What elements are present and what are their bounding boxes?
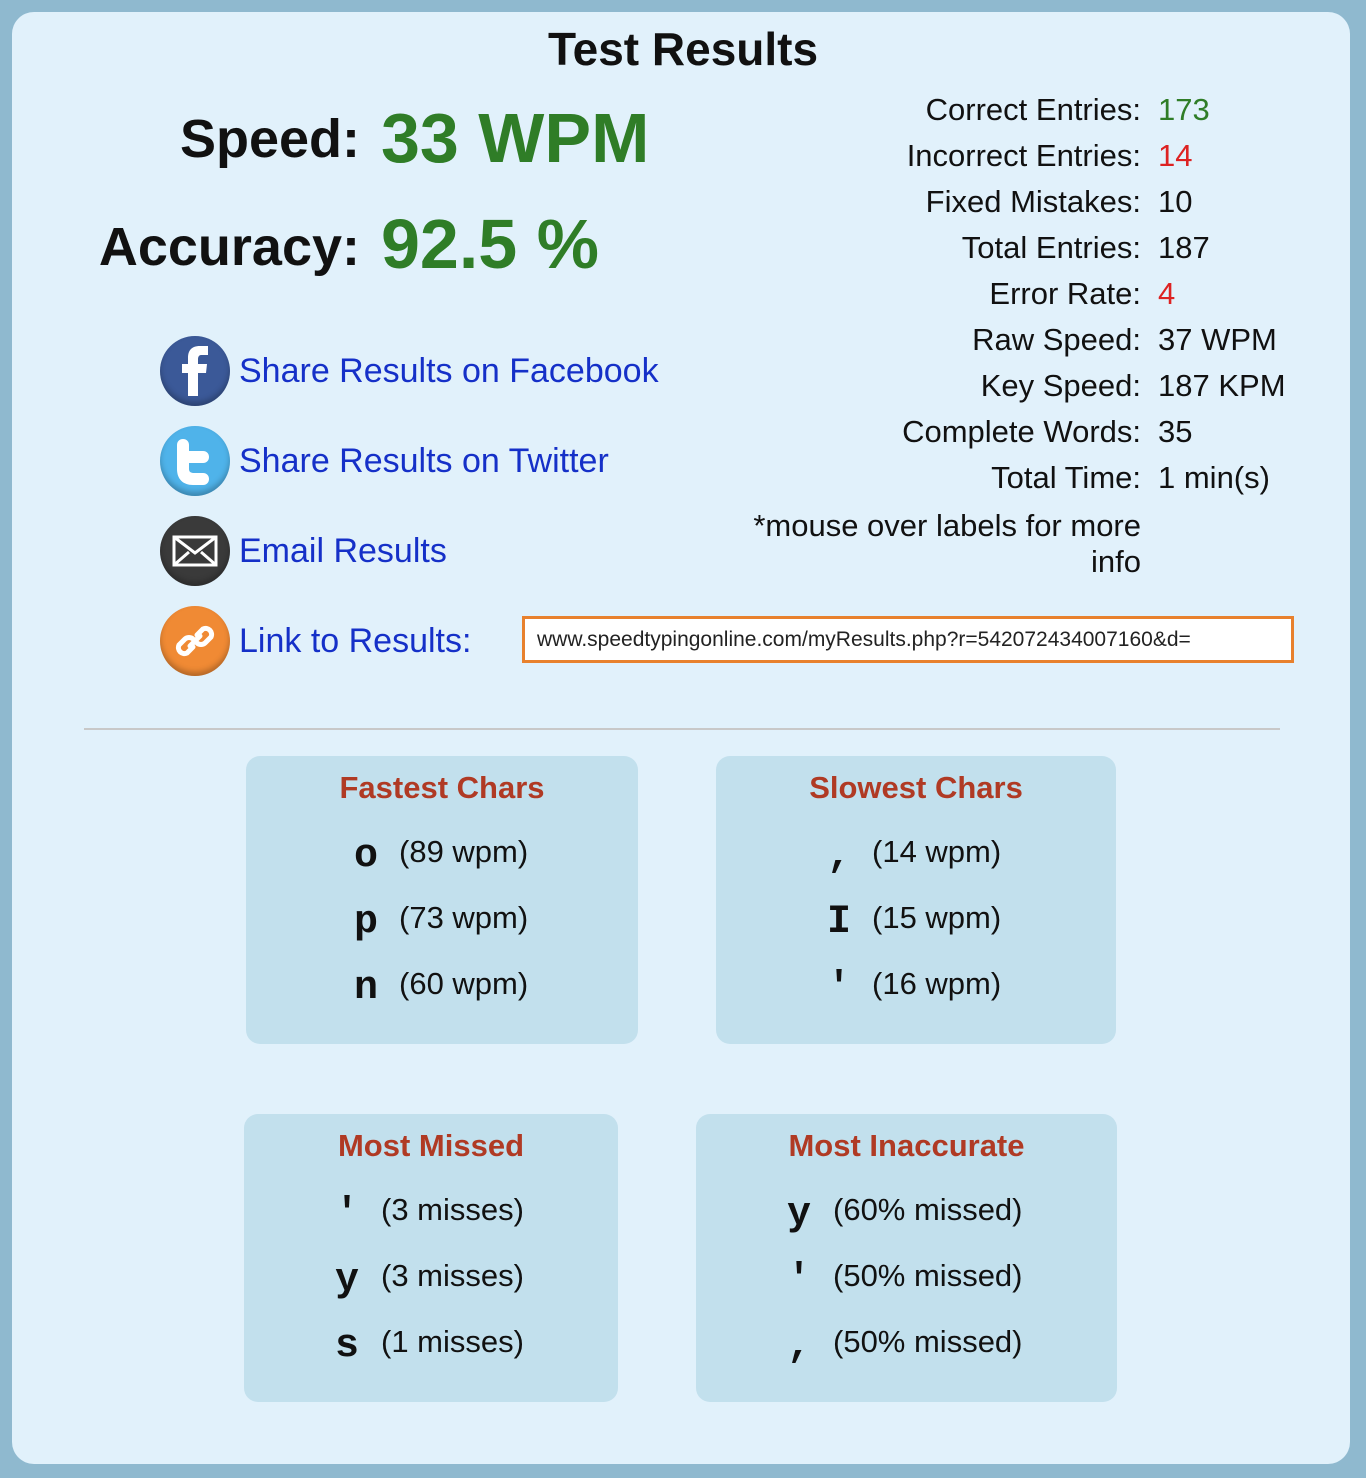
list-item: s (1 misses) bbox=[244, 1324, 618, 1374]
envelope-icon bbox=[160, 516, 230, 586]
char-value: (60 wpm) bbox=[399, 966, 529, 1001]
char: s bbox=[334, 1324, 359, 1369]
most-inaccurate-box: Most Inaccurate y (60% missed) ' (50% mi… bbox=[696, 1114, 1117, 1402]
char: n bbox=[353, 966, 378, 1011]
stat-value: 10 bbox=[1158, 184, 1193, 219]
results-url-field[interactable] bbox=[522, 616, 1294, 663]
char-value: (14 wpm) bbox=[872, 834, 1002, 869]
char-value: (15 wpm) bbox=[872, 900, 1002, 935]
stat-label[interactable]: Key Speed: bbox=[981, 368, 1141, 404]
list-item: o (89 wpm) bbox=[246, 834, 638, 884]
char: o bbox=[353, 834, 378, 879]
stat-value: 37 WPM bbox=[1158, 322, 1277, 357]
stat-value: 1 min(s) bbox=[1158, 460, 1270, 495]
list-item: ' (3 misses) bbox=[244, 1192, 618, 1242]
most-missed-box: Most Missed ' (3 misses) y (3 misses) s … bbox=[244, 1114, 618, 1402]
char-value: (73 wpm) bbox=[399, 900, 529, 935]
char: p bbox=[353, 900, 378, 945]
char: ' bbox=[826, 966, 851, 1011]
share-facebook-label[interactable]: Share Results on Facebook bbox=[239, 352, 659, 391]
fastest-chars-title: Fastest Chars bbox=[339, 770, 545, 805]
link-to-results-label: Link to Results: bbox=[239, 621, 472, 660]
list-item: y (60% missed) bbox=[696, 1192, 1117, 1242]
stat-label[interactable]: Fixed Mistakes: bbox=[926, 184, 1141, 220]
stat-value: 173 bbox=[1158, 92, 1210, 127]
share-facebook-link[interactable]: Share Results on Facebook bbox=[160, 336, 659, 406]
list-item: p (73 wpm) bbox=[246, 900, 638, 950]
facebook-icon bbox=[160, 336, 230, 406]
stat-label[interactable]: Total Time: bbox=[991, 460, 1141, 496]
char-value: (50% missed) bbox=[833, 1324, 1023, 1359]
stat-label[interactable]: Raw Speed: bbox=[972, 322, 1141, 358]
slowest-chars-box: Slowest Chars , (14 wpm) I (15 wpm) ' (1… bbox=[716, 756, 1116, 1044]
most-inaccurate-title: Most Inaccurate bbox=[788, 1128, 1025, 1163]
char: ' bbox=[334, 1192, 359, 1237]
link-to-results: Link to Results: bbox=[160, 606, 471, 676]
accuracy-label: Accuracy: bbox=[98, 217, 360, 277]
stat-value: 4 bbox=[1158, 276, 1176, 311]
char: y bbox=[786, 1192, 811, 1237]
stat-value: 35 bbox=[1158, 414, 1193, 449]
fastest-chars-box: Fastest Chars o (89 wpm) p (73 wpm) n (6… bbox=[246, 756, 638, 1044]
char: ' bbox=[786, 1258, 811, 1303]
speed-label: Speed: bbox=[179, 109, 360, 169]
char-value: (3 misses) bbox=[381, 1258, 524, 1293]
char-value: (3 misses) bbox=[381, 1192, 524, 1227]
slowest-chars-title: Slowest Chars bbox=[809, 770, 1023, 805]
char: , bbox=[786, 1324, 811, 1369]
divider bbox=[84, 728, 1280, 730]
share-twitter-link[interactable]: Share Results on Twitter bbox=[160, 426, 609, 496]
stat-value: 187 KPM bbox=[1158, 368, 1286, 403]
twitter-icon bbox=[160, 426, 230, 496]
list-item: y (3 misses) bbox=[244, 1258, 618, 1308]
accuracy-value: 92.5 % bbox=[381, 205, 599, 283]
char-value: (16 wpm) bbox=[872, 966, 1002, 1001]
char-value: (50% missed) bbox=[833, 1258, 1023, 1293]
char-value: (1 misses) bbox=[381, 1324, 524, 1359]
stat-label[interactable]: Total Entries: bbox=[962, 230, 1141, 266]
stat-label[interactable]: Error Rate: bbox=[989, 276, 1141, 312]
speed-value: 33 WPM bbox=[381, 99, 650, 177]
char: I bbox=[826, 900, 851, 945]
list-item: ' (50% missed) bbox=[696, 1258, 1117, 1308]
char: y bbox=[334, 1258, 359, 1303]
stat-label[interactable]: Complete Words: bbox=[902, 414, 1141, 450]
char: , bbox=[826, 834, 851, 879]
email-results-label[interactable]: Email Results bbox=[239, 532, 447, 571]
stat-label[interactable]: Correct Entries: bbox=[926, 92, 1141, 128]
list-item: I (15 wpm) bbox=[716, 900, 1116, 950]
chain-link-icon bbox=[160, 606, 230, 676]
char-value: (60% missed) bbox=[833, 1192, 1023, 1227]
page-title: Test Results bbox=[547, 23, 819, 75]
list-item: n (60 wpm) bbox=[246, 966, 638, 1016]
mouseover-hint: *mouse over labels for more info bbox=[753, 508, 1141, 579]
stat-value: 14 bbox=[1158, 138, 1193, 173]
list-item: ' (16 wpm) bbox=[716, 966, 1116, 1016]
char-value: (89 wpm) bbox=[399, 834, 529, 869]
share-twitter-label[interactable]: Share Results on Twitter bbox=[239, 442, 609, 481]
email-results-link[interactable]: Email Results bbox=[160, 516, 447, 586]
list-item: , (14 wpm) bbox=[716, 834, 1116, 884]
list-item: , (50% missed) bbox=[696, 1324, 1117, 1374]
stat-value: 187 bbox=[1158, 230, 1210, 265]
most-missed-title: Most Missed bbox=[337, 1128, 525, 1163]
stat-label[interactable]: Incorrect Entries: bbox=[907, 138, 1141, 174]
